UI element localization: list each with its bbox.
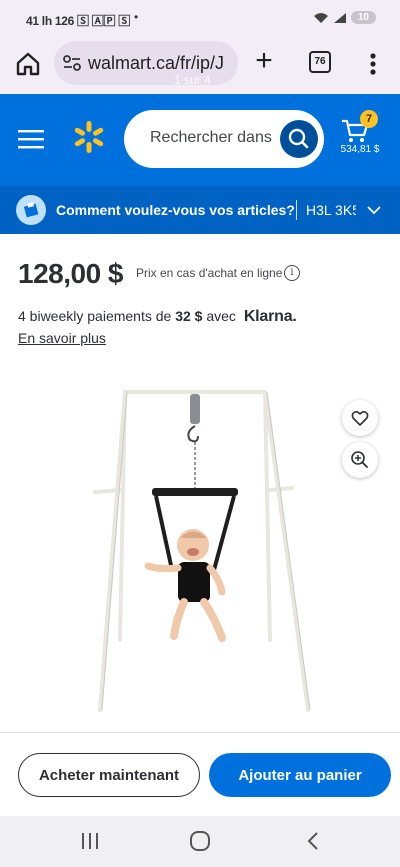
info-icon[interactable]: i bbox=[284, 265, 300, 281]
tab-switcher-button[interactable]: 76 bbox=[309, 51, 331, 73]
wifi-icon bbox=[313, 12, 328, 23]
more-menu-icon[interactable] bbox=[363, 50, 383, 78]
divider bbox=[296, 200, 297, 220]
address-bar[interactable]: walmart.ca/fr/ip/J 1 sur 4 bbox=[54, 41, 238, 85]
product-price: 128,00 $ bbox=[18, 258, 124, 289]
home-icon[interactable] bbox=[14, 50, 42, 78]
hamburger-menu-icon[interactable] bbox=[18, 128, 44, 150]
search-icon bbox=[288, 128, 309, 149]
recent-apps-icon[interactable] bbox=[80, 832, 100, 850]
learn-more-link[interactable]: En savoir plus bbox=[18, 330, 106, 346]
klarna-with: avec bbox=[206, 308, 236, 324]
signal-icon bbox=[333, 12, 346, 23]
walmart-spark-logo[interactable] bbox=[72, 120, 106, 154]
search-button[interactable] bbox=[280, 120, 318, 158]
notification-dot: • bbox=[134, 10, 139, 24]
price-note: Prix en cas d'achat en ligne bbox=[136, 266, 283, 280]
jumper-seat bbox=[178, 562, 210, 602]
system-navigation-bar bbox=[0, 816, 400, 867]
status-right: 10 bbox=[313, 11, 376, 24]
postal-code: H3L 3K5 bbox=[306, 202, 356, 218]
delivery-icon bbox=[16, 195, 46, 225]
site-settings-icon[interactable] bbox=[62, 54, 82, 72]
home-nav-icon[interactable] bbox=[190, 831, 210, 851]
klarna-logo: Klarna. bbox=[243, 308, 297, 325]
fulfillment-banner[interactable]: Comment voulez-vous vos articles? H3L 3K… bbox=[0, 186, 400, 234]
cart-button[interactable]: 7 534,81 $ bbox=[336, 110, 392, 170]
battery-icon: 10 bbox=[350, 11, 376, 24]
favorite-button[interactable] bbox=[342, 400, 378, 436]
klarna-amount: 32 $ bbox=[175, 308, 203, 324]
chevron-down-icon bbox=[367, 206, 381, 215]
new-tab-icon[interactable]: + bbox=[250, 46, 278, 76]
purchase-action-bar: Acheter maintenant Ajouter au panier bbox=[0, 732, 400, 816]
search-input[interactable]: Rechercher dans bbox=[124, 110, 324, 168]
site-header: Rechercher dans 7 534,81 $ bbox=[0, 94, 400, 186]
fulfillment-question: Comment voulez-vous vos articles? bbox=[56, 202, 295, 218]
product-image[interactable] bbox=[80, 380, 330, 720]
status-left-icons: 41 lh 126 🅂 🄰🄿 🅂 bbox=[26, 14, 130, 28]
zoom-button[interactable] bbox=[342, 442, 378, 478]
back-icon[interactable] bbox=[305, 831, 321, 851]
klarna-prefix: 4 biweekly paiements de bbox=[18, 308, 172, 324]
cart-count-badge: 7 bbox=[360, 110, 378, 128]
package-icon bbox=[23, 202, 39, 218]
image-counter-overlay: 1 sur 4 bbox=[174, 73, 211, 85]
cart-total: 534,81 $ bbox=[340, 144, 380, 155]
spring bbox=[190, 394, 200, 424]
buy-now-button[interactable]: Acheter maintenant bbox=[18, 753, 200, 797]
search-placeholder: Rechercher dans bbox=[150, 129, 272, 146]
heart-icon bbox=[351, 410, 369, 426]
add-to-cart-button[interactable]: Ajouter au panier bbox=[209, 753, 391, 797]
klarna-financing: 4 biweekly paiements de 32 $ avec Klarna… bbox=[18, 308, 297, 326]
status-bar: 41 lh 126 🅂 🄰🄿 🅂 • 10 bbox=[0, 0, 400, 38]
browser-toolbar: walmart.ca/fr/ip/J 1 sur 4 + 76 bbox=[0, 38, 400, 94]
url-text[interactable]: walmart.ca/fr/ip/J bbox=[88, 53, 224, 74]
zoom-in-icon bbox=[351, 451, 368, 468]
